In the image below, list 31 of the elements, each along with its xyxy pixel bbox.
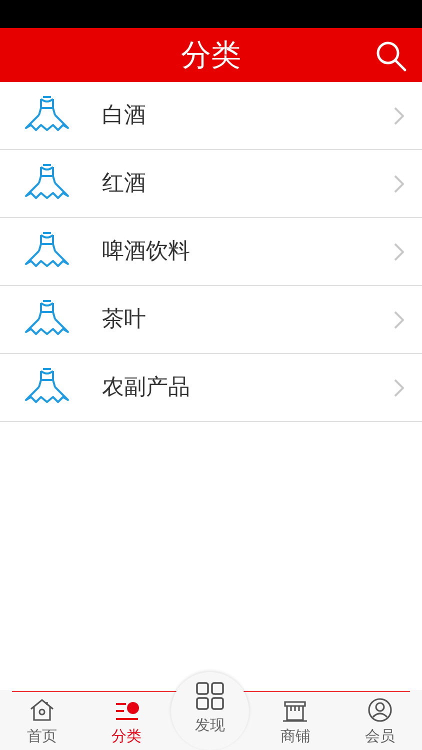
list-icon: [114, 700, 140, 722]
category-row[interactable]: 白酒: [0, 82, 422, 150]
category-row[interactable]: 啤酒饮料: [0, 218, 422, 286]
tab-item[interactable]: 会员: [338, 690, 422, 750]
category-label: 红酒: [102, 170, 147, 198]
grid-icon: [196, 682, 224, 710]
tab-item[interactable]: 发现: [170, 672, 249, 750]
category-label: 农副产品: [102, 374, 191, 402]
tab-item[interactable]: 分类: [84, 690, 169, 750]
tab-label: 分类: [112, 726, 142, 746]
search-icon[interactable]: [375, 40, 407, 72]
storefront-icon: [282, 700, 308, 722]
tab-label: 会员: [364, 726, 395, 746]
category-row[interactable]: 红酒: [0, 150, 422, 218]
chevron-icon: [394, 242, 404, 260]
page-title: 分类: [181, 36, 241, 74]
chevron-icon: [394, 174, 404, 192]
tab-label: 首页: [27, 726, 58, 746]
tab-item[interactable]: 首页: [0, 690, 84, 750]
category-label: 白酒: [102, 102, 147, 130]
tab-item[interactable]: 商铺: [253, 690, 338, 750]
category-row[interactable]: 农副产品: [0, 354, 422, 422]
chevron-icon: [394, 378, 404, 396]
category-row[interactable]: 茶叶: [0, 286, 422, 354]
category-label: 茶叶: [102, 306, 147, 334]
house-icon: [29, 698, 56, 722]
category-label: 啤酒饮料: [102, 238, 191, 266]
chevron-icon: [394, 106, 404, 124]
tab-label: 商铺: [280, 726, 310, 746]
chevron-icon: [394, 310, 404, 328]
user-icon: [368, 698, 392, 722]
